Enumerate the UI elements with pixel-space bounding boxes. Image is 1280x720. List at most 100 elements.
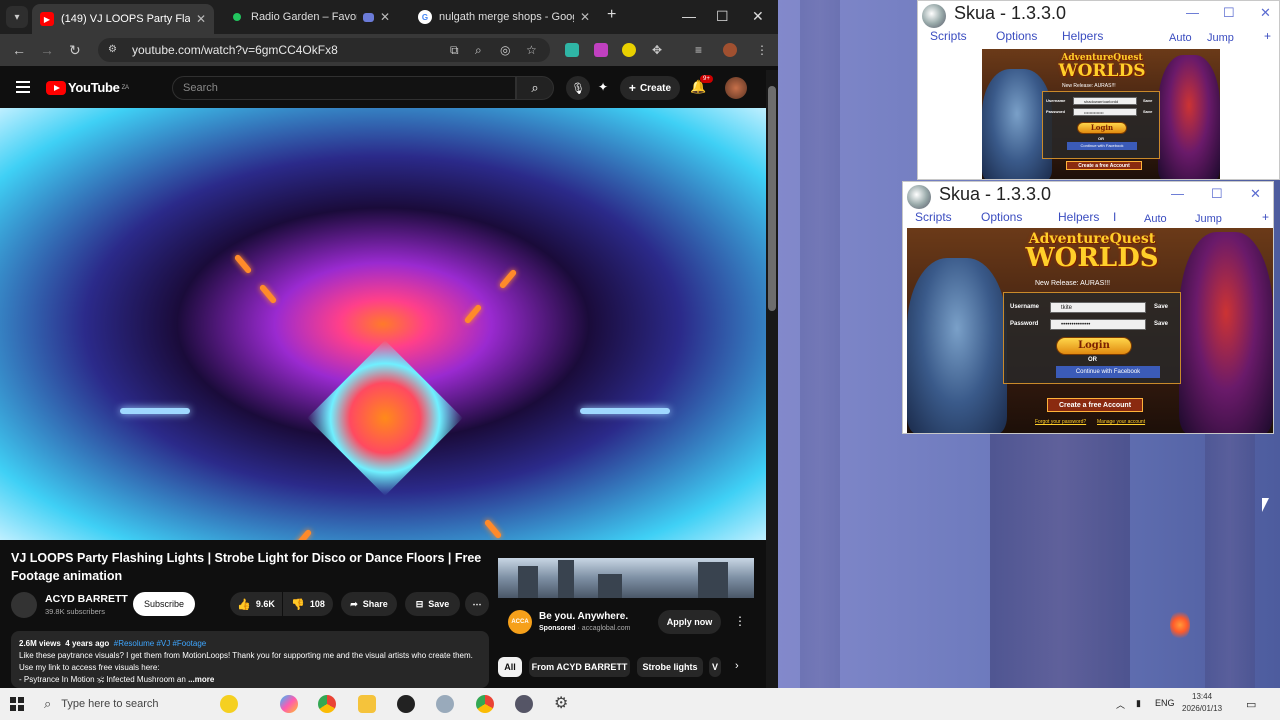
username-field[interactable]: shadowarrioarlordd	[1073, 97, 1137, 105]
menu-plus[interactable]: +	[1262, 210, 1269, 224]
battery-icon[interactable]: ▮	[1136, 698, 1141, 709]
chip-from-channel[interactable]: From ACYD BARRETT	[529, 657, 630, 677]
extension-icon[interactable]	[622, 43, 636, 57]
username-field[interactable]: tkite	[1050, 302, 1146, 313]
close-window-icon[interactable]: ✕	[752, 8, 764, 25]
chrome-menu-icon[interactable]: ⋮	[756, 43, 768, 57]
minimize-icon[interactable]: —	[1186, 5, 1199, 20]
windows-start-icon[interactable]	[10, 697, 24, 711]
account-avatar[interactable]	[725, 77, 747, 99]
bookmark-star-icon[interactable]: ☆	[526, 43, 537, 57]
new-tab-button[interactable]: +	[607, 6, 616, 24]
copilot-icon[interactable]	[280, 695, 298, 713]
description-box[interactable]: 2.6M views 4 years ago #Resolume #VJ #Fo…	[11, 631, 489, 688]
tab-search-button[interactable]: ▾	[6, 6, 28, 28]
password-field[interactable]: ••••••••••••••	[1073, 108, 1137, 116]
menu-auto[interactable]: Auto	[1169, 32, 1192, 44]
forgot-password-link[interactable]: Forgot your password?	[1035, 419, 1086, 425]
site-info-icon[interactable]: ⚙	[108, 44, 120, 56]
ad-banner-image[interactable]	[498, 558, 754, 598]
tab-google[interactable]: G nulgath merge shops - Google ✕	[410, 4, 598, 30]
menu-helpers[interactable]: Helpers	[1062, 29, 1103, 43]
chevron-right-icon[interactable]: ›	[735, 660, 739, 672]
ad-advertiser-logo[interactable]: ACCA	[508, 610, 532, 634]
menu-options[interactable]: Options	[981, 210, 1022, 224]
menu-scripts[interactable]: Scripts	[915, 210, 952, 224]
create-account-button[interactable]: Create a free Account	[1047, 398, 1143, 412]
skua-taskbar-icon[interactable]	[515, 695, 533, 713]
widgets-icon[interactable]	[220, 695, 238, 713]
close-window-icon[interactable]: ✕	[1260, 5, 1271, 21]
menu-scripts[interactable]: Scripts	[930, 29, 967, 43]
channel-avatar[interactable]	[11, 592, 37, 618]
chip-strobe-lights[interactable]: Strobe lights	[637, 657, 703, 677]
voice-search-button[interactable]: 🎙	[566, 76, 590, 100]
cast-icon[interactable]: ✦	[598, 80, 608, 94]
facebook-login-button[interactable]: Continue with Facebook	[1067, 142, 1137, 150]
more-actions-button[interactable]: ⋯	[465, 592, 489, 616]
search-button[interactable]: ⌕	[516, 76, 554, 100]
tab-youtube[interactable]: ▶ (149) VJ LOOPS Party Flashing l ✕	[32, 4, 214, 34]
taskbar-clock[interactable]: 13:44 2026/01/13	[1182, 691, 1222, 715]
zoom-icon[interactable]: ⌕	[475, 43, 482, 58]
scrollbar-thumb[interactable]	[768, 86, 776, 311]
chip-more[interactable]: V	[709, 657, 721, 677]
game-canvas[interactable]: AdventureQuest WORLDS New Release: AURAS!…	[982, 49, 1220, 179]
chrome-icon[interactable]	[318, 695, 336, 713]
menu-overflow[interactable]: I	[1113, 210, 1116, 224]
back-icon[interactable]: ←	[12, 42, 26, 58]
tracking-icon[interactable]: ◎	[500, 43, 510, 57]
maximize-icon[interactable]: ☐	[1211, 186, 1223, 202]
extensions-puzzle-icon[interactable]: ✥	[652, 43, 662, 57]
settings-gear-icon[interactable]: ⚙	[554, 695, 572, 713]
create-button[interactable]: + Create	[620, 76, 680, 100]
game-canvas[interactable]: AdventureQuest WORLDS New Release: AURAS!…	[907, 228, 1273, 433]
notifications-icon[interactable]: ▭	[1246, 698, 1256, 711]
channel-name[interactable]: ACYD BARRETT	[45, 593, 128, 605]
close-window-icon[interactable]: ✕	[1250, 186, 1261, 202]
minimize-icon[interactable]: —	[1171, 186, 1184, 201]
reload-icon[interactable]: ↻	[69, 42, 81, 59]
youtube-logo[interactable]: YouTube ZA	[46, 80, 129, 95]
minimize-icon[interactable]: —	[682, 8, 696, 24]
taskbar-search[interactable]: ⌕ Type here to search	[44, 688, 200, 720]
chip-all[interactable]: All	[498, 657, 522, 677]
menu-options[interactable]: Options	[996, 29, 1037, 43]
like-button[interactable]: 👍 9.6K	[230, 592, 282, 616]
app-icon[interactable]	[436, 695, 454, 713]
chrome-profile-icon[interactable]	[476, 695, 494, 713]
search-input[interactable]: Search	[172, 76, 516, 100]
github-icon[interactable]	[397, 695, 415, 713]
menu-plus[interactable]: +	[1264, 29, 1271, 43]
share-button[interactable]: ➦ Share	[341, 592, 397, 616]
manage-account-link[interactable]: Manage your account	[1097, 419, 1145, 425]
password-field[interactable]: ••••••••••••••	[1050, 319, 1146, 330]
video-player[interactable]	[0, 108, 766, 540]
close-tab-icon[interactable]: ✕	[380, 10, 390, 24]
page-scrollbar[interactable]	[766, 70, 778, 688]
menu-jump[interactable]: Jump	[1207, 32, 1234, 44]
close-tab-icon[interactable]: ✕	[196, 12, 206, 26]
menu-auto[interactable]: Auto	[1144, 213, 1167, 225]
subscribe-button[interactable]: Subscribe	[133, 592, 195, 616]
ad-headline[interactable]: Be you. Anywhere.	[539, 611, 628, 622]
maximize-icon[interactable]: ☐	[1223, 5, 1235, 21]
install-app-icon[interactable]: ⧉	[450, 43, 459, 58]
facebook-login-button[interactable]: Continue with Facebook	[1056, 366, 1160, 378]
login-button[interactable]: Login	[1056, 337, 1132, 355]
apply-now-button[interactable]: Apply now	[658, 610, 721, 634]
save-button[interactable]: ⊟ Save	[405, 592, 460, 616]
media-control-icon[interactable]: ≡	[695, 43, 702, 57]
extension-icon[interactable]	[565, 43, 579, 57]
menu-helpers[interactable]: Helpers	[1058, 210, 1099, 224]
close-tab-icon[interactable]: ✕	[580, 10, 590, 24]
file-explorer-icon[interactable]	[358, 695, 376, 713]
menu-jump[interactable]: Jump	[1195, 213, 1222, 225]
profile-icon[interactable]	[723, 43, 737, 57]
more-link[interactable]: ...more	[188, 675, 214, 684]
language-indicator[interactable]: ENG	[1155, 698, 1175, 708]
dislike-button[interactable]: 👎 108	[283, 592, 333, 616]
forward-icon[interactable]: →	[40, 42, 54, 58]
tab-radio-garden[interactable]: Radio Garden – Favorites ✕	[222, 4, 398, 30]
address-bar[interactable]: ⚙ youtube.com/watch?v=6gmCC4OkFx8	[98, 38, 550, 62]
